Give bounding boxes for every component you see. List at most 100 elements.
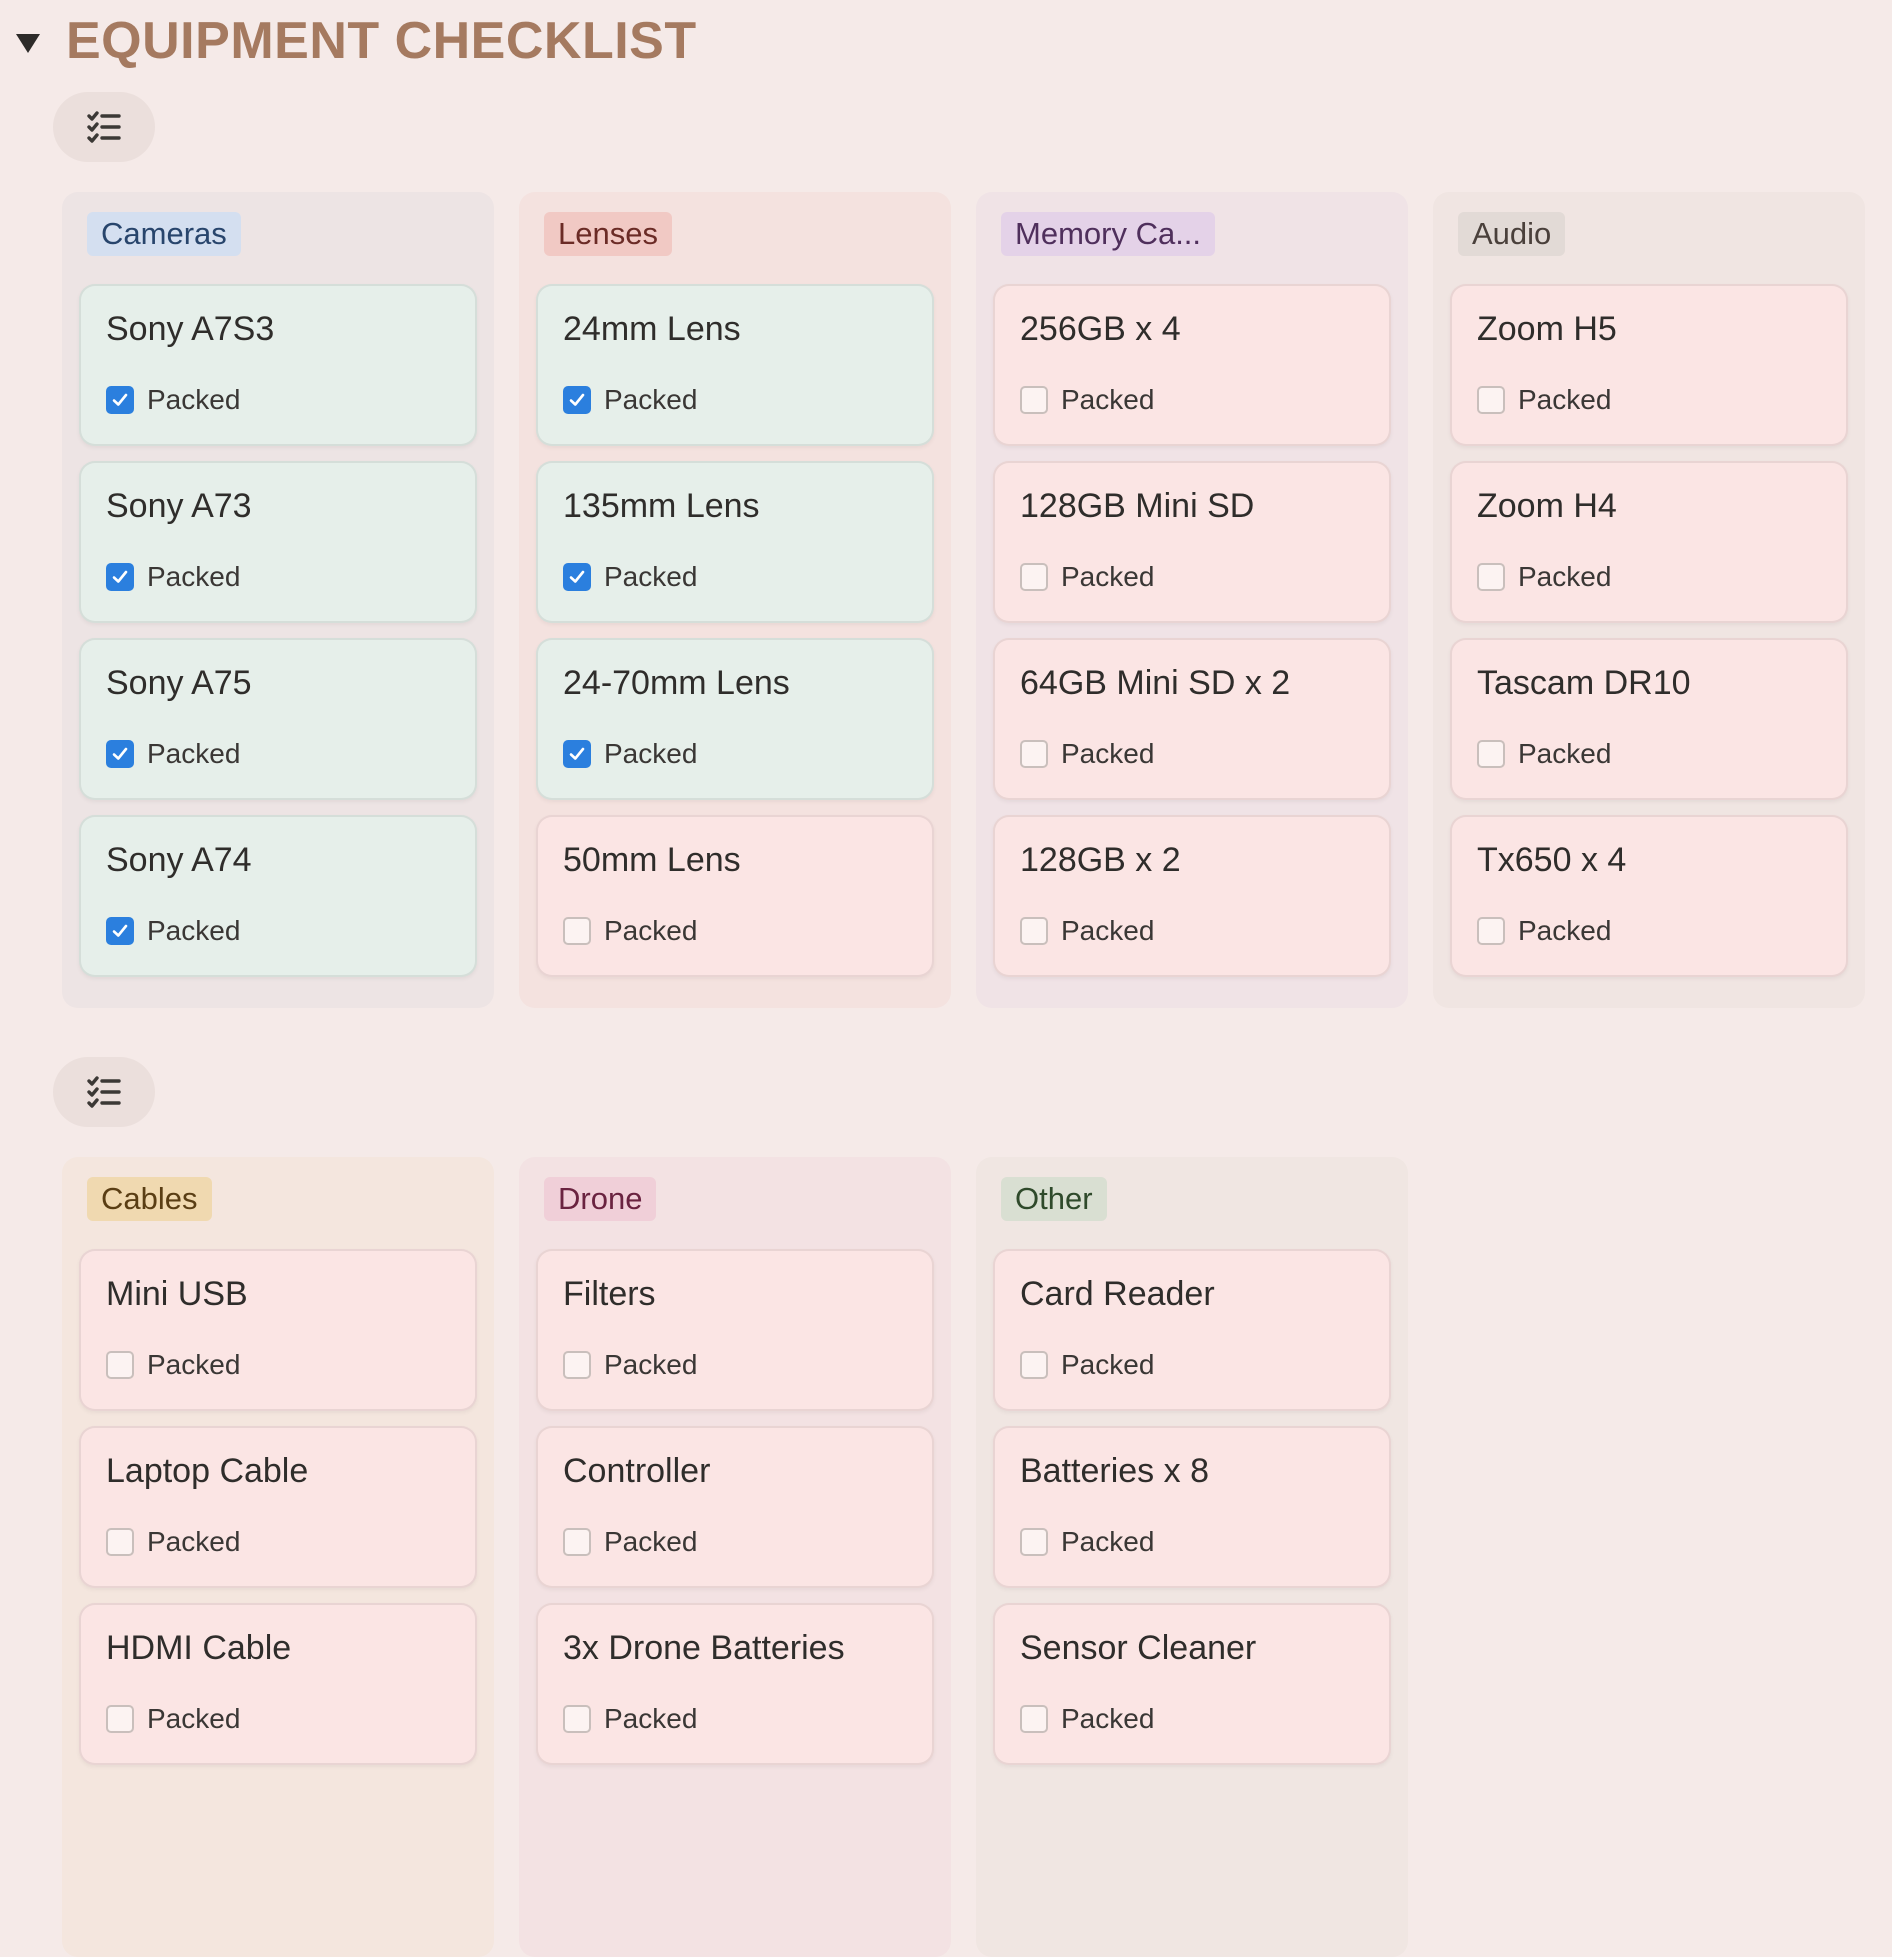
packed-label: Packed [604, 1703, 698, 1734]
packed-checkbox-unchecked[interactable] [1020, 386, 1048, 414]
packed-label: Packed [604, 1349, 698, 1380]
packed-checkbox-unchecked[interactable] [563, 1528, 591, 1556]
packed-checkbox-unchecked[interactable] [1020, 1528, 1048, 1556]
packed-checkbox-unchecked[interactable] [106, 1528, 134, 1556]
view-options-button[interactable] [53, 1057, 155, 1127]
packed-checkbox-unchecked[interactable] [563, 1705, 591, 1733]
packed-checkbox-checked[interactable] [106, 386, 134, 414]
board-card[interactable]: 256GB x 4 Packed [993, 284, 1391, 446]
packed-checkbox-unchecked[interactable] [1020, 1351, 1048, 1379]
packed-checkbox-unchecked[interactable] [1477, 563, 1505, 591]
board-column-audio: Audio Zoom H5 Packed Zoom H4 Packed Tascam DR… [1433, 192, 1865, 1008]
board-card[interactable]: Laptop Cable Packed [79, 1426, 477, 1588]
packed-checkbox-unchecked[interactable] [1020, 1705, 1048, 1733]
board-card[interactable]: HDMI Cable Packed [79, 1603, 477, 1765]
card-title: 128GB Mini SD [1020, 487, 1255, 525]
column-group-tag[interactable]: Other [1001, 1177, 1107, 1221]
packed-checkbox-unchecked[interactable] [1020, 740, 1048, 768]
board-card[interactable]: Sensor Cleaner Packed [993, 1603, 1391, 1765]
board-card[interactable]: Sony A7S3 Packed [79, 284, 477, 446]
column-group-tag[interactable]: Audio [1458, 212, 1566, 256]
column-group-tag[interactable]: Cables [87, 1177, 212, 1221]
board-card[interactable]: Tascam DR10 Packed [1450, 638, 1848, 800]
board-card[interactable]: 135mm Lens Packed [536, 461, 934, 623]
packed-checkbox-unchecked[interactable] [1020, 917, 1048, 945]
packed-checkbox-checked[interactable] [106, 917, 134, 945]
board-card[interactable]: Tx650 x 4 Packed [1450, 815, 1848, 977]
packed-checkbox-unchecked[interactable] [106, 1351, 134, 1379]
packed-checkbox-unchecked[interactable] [1020, 563, 1048, 591]
board-column-cameras: Cameras Sony A7S3 Packed Sony A73 Packed Sony… [62, 192, 494, 1008]
packed-checkbox-checked[interactable] [106, 740, 134, 768]
board-card[interactable]: 3x Drone Batteries Packed [536, 1603, 934, 1765]
card-title: 256GB x 4 [1020, 310, 1181, 348]
card-title: Laptop Cable [106, 1452, 309, 1490]
card-title: Zoom H4 [1477, 487, 1617, 525]
toggle-triangle-icon[interactable] [16, 33, 40, 53]
board-card[interactable]: 50mm Lens Packed [536, 815, 934, 977]
packed-checkbox-unchecked[interactable] [1477, 740, 1505, 768]
board-card[interactable]: Zoom H4 Packed [1450, 461, 1848, 623]
packed-property: Packed [563, 383, 697, 417]
packed-label: Packed [604, 1526, 698, 1557]
card-title: Card Reader [1020, 1275, 1215, 1313]
card-title: Filters [563, 1275, 656, 1313]
column-group-tag[interactable]: Lenses [544, 212, 672, 256]
card-title: 24-70mm Lens [563, 664, 790, 702]
board-card[interactable]: Sony A74 Packed [79, 815, 477, 977]
board-card[interactable]: Filters Packed [536, 1249, 934, 1411]
packed-label: Packed [1061, 1703, 1155, 1734]
board-card[interactable]: Batteries x 8 Packed [993, 1426, 1391, 1588]
column-group-tag[interactable]: Memory Ca... [1001, 212, 1216, 256]
packed-property: Packed [1020, 1702, 1154, 1736]
board-card[interactable]: 24mm Lens Packed [536, 284, 934, 446]
board-card[interactable]: 24-70mm Lens Packed [536, 638, 934, 800]
packed-property: Packed [106, 1525, 240, 1559]
packed-property: Packed [1020, 383, 1154, 417]
card-title: 64GB Mini SD x 2 [1020, 664, 1291, 702]
board-card[interactable]: Card Reader Packed [993, 1249, 1391, 1411]
packed-label: Packed [604, 738, 698, 769]
card-title: Sony A7S3 [106, 310, 275, 348]
packed-checkbox-unchecked[interactable] [563, 917, 591, 945]
board-card[interactable]: Sony A75 Packed [79, 638, 477, 800]
checkmark-icon [110, 390, 130, 410]
packed-property: Packed [1477, 737, 1611, 771]
packed-label: Packed [1061, 915, 1155, 946]
view-options-button[interactable] [53, 92, 155, 162]
checkmark-icon [110, 744, 130, 764]
packed-label: Packed [1061, 561, 1155, 592]
packed-property: Packed [106, 383, 240, 417]
board-card[interactable]: Controller Packed [536, 1426, 934, 1588]
card-title: Sensor Cleaner [1020, 1629, 1257, 1667]
board-card[interactable]: 128GB Mini SD Packed [993, 461, 1391, 623]
board-card[interactable]: Zoom H5 Packed [1450, 284, 1848, 446]
packed-label: Packed [147, 915, 241, 946]
packed-checkbox-checked[interactable] [563, 386, 591, 414]
packed-property: Packed [106, 1702, 240, 1736]
packed-label: Packed [147, 1526, 241, 1557]
packed-checkbox-checked[interactable] [563, 740, 591, 768]
board-card[interactable]: 64GB Mini SD x 2 Packed [993, 638, 1391, 800]
card-title: 50mm Lens [563, 841, 741, 879]
packed-label: Packed [147, 384, 241, 415]
board-card[interactable]: 128GB x 2 Packed [993, 815, 1391, 977]
packed-checkbox-checked[interactable] [563, 563, 591, 591]
packed-checkbox-unchecked[interactable] [1477, 917, 1505, 945]
card-title: HDMI Cable [106, 1629, 292, 1667]
column-group-tag[interactable]: Drone [544, 1177, 657, 1221]
packed-checkbox-unchecked[interactable] [563, 1351, 591, 1379]
packed-property: Packed [563, 1702, 697, 1736]
packed-label: Packed [1061, 384, 1155, 415]
packed-checkbox-checked[interactable] [106, 563, 134, 591]
packed-checkbox-unchecked[interactable] [1477, 386, 1505, 414]
column-group-tag[interactable]: Cameras [87, 212, 241, 256]
packed-checkbox-unchecked[interactable] [106, 1705, 134, 1733]
packed-label: Packed [1518, 915, 1612, 946]
board-card[interactable]: Sony A73 Packed [79, 461, 477, 623]
board-card[interactable]: Mini USB Packed [79, 1249, 477, 1411]
checkmark-icon [567, 567, 587, 587]
packed-label: Packed [1518, 384, 1612, 415]
card-title: Zoom H5 [1477, 310, 1617, 348]
checkmark-icon [567, 744, 587, 764]
